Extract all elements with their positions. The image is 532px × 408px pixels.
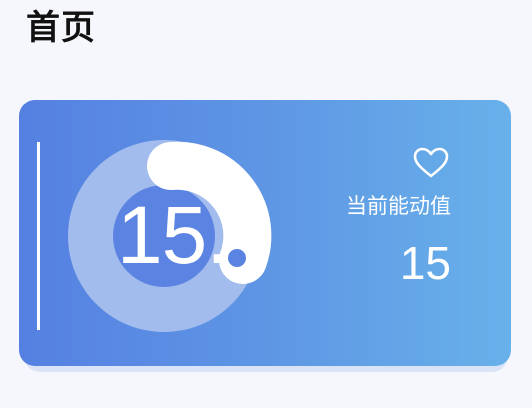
heart-icon[interactable]: [413, 147, 449, 179]
card-divider: [37, 142, 40, 330]
energy-card[interactable]: 15. 当前能动值 15: [19, 100, 511, 366]
gauge-value: 15.: [117, 190, 229, 281]
energy-label: 当前能动值: [346, 194, 451, 218]
page-title: 首页: [26, 8, 96, 48]
gauge-progress-dot: [228, 249, 246, 267]
energy-value: 15: [399, 237, 451, 289]
home-page: 首页 15. 当前能动值 15: [0, 0, 532, 408]
